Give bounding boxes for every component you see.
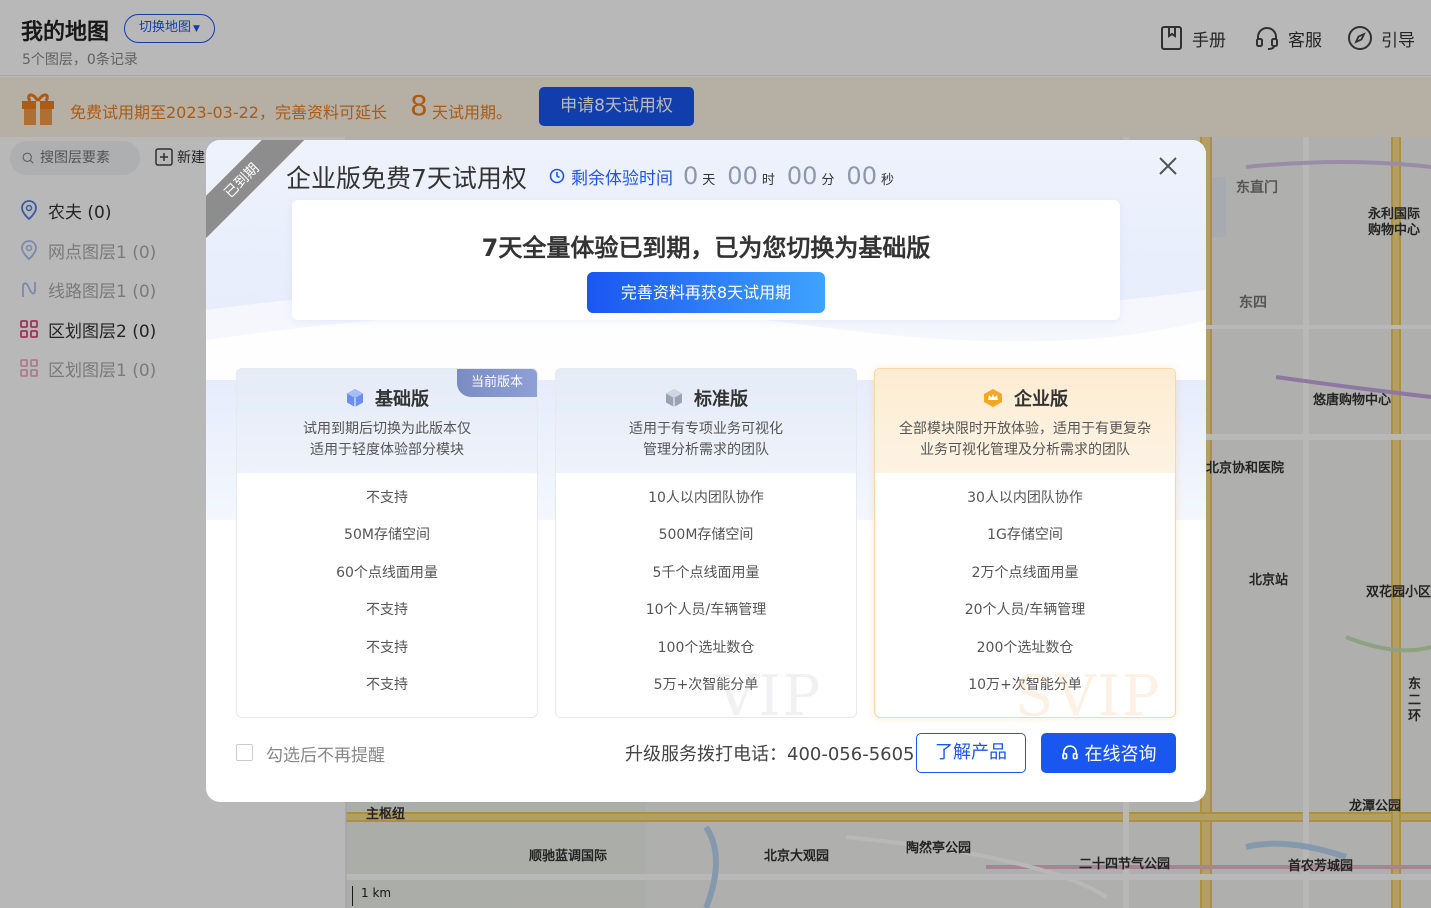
plan-desc-line: 适用于轻度体验部分模块 <box>310 442 464 458</box>
plan-feature: 200个选址数仓 <box>976 640 1074 656</box>
expired-notice: 7天全量体验已到期，已为您切换为基础版 完善资料再获8天试用期 <box>292 200 1120 320</box>
svip-watermark: SVIP <box>1015 664 1162 718</box>
plan-feature: 30人以内团队协作 <box>967 490 1083 506</box>
plan-desc: 全部模块限时开放体验，适用于有更复杂 业务可视化管理及分析需求的团队 <box>875 419 1175 461</box>
timer-hours: 00 <box>727 162 758 190</box>
upgrade-phone: 升级服务拨打电话：400-056-5605 <box>625 744 915 765</box>
plan-feature: 10个人员/车辆管理 <box>645 602 767 618</box>
plan-feature: 10人以内团队协作 <box>648 490 764 506</box>
plan-feature: 不支持 <box>366 640 408 656</box>
plan-feature: 1G存储空间 <box>987 527 1063 543</box>
plan-desc-line: 适用于有专项业务可视化 <box>629 421 783 437</box>
plan-feature: 500M存储空间 <box>658 527 754 543</box>
plan-feature: 不支持 <box>366 602 408 618</box>
plan-feature: 2万个点线面用量 <box>971 565 1079 581</box>
plan-name-label: 标准版 <box>694 389 748 410</box>
plan-desc-line: 全部模块限时开放体验，适用于有更复杂 <box>899 421 1151 437</box>
vip-watermark: VIP <box>716 664 823 718</box>
timer-second-unit: 秒 <box>880 173 894 188</box>
plan-feature: 20个人员/车辆管理 <box>964 602 1086 618</box>
plan-desc: 适用于有专项业务可视化 管理分析需求的团队 <box>556 419 856 461</box>
plan-name: 企业版 <box>875 385 1175 411</box>
timer-label: 剩余体验时间 <box>571 169 673 189</box>
plan-feature: 60个点线面用量 <box>336 565 438 581</box>
online-consult-label: 在线咨询 <box>1084 744 1157 765</box>
learn-product-button[interactable]: 了解产品 <box>916 733 1026 773</box>
crown-badge-icon <box>984 389 1002 407</box>
plan-desc: 试用到期后切换为此版本仅 适用于轻度体验部分模块 <box>237 419 537 461</box>
dont-remind-checkbox[interactable] <box>236 744 253 761</box>
plan-desc-line: 管理分析需求的团队 <box>643 442 769 458</box>
timer-days: 0 <box>683 162 699 190</box>
cube-icon <box>347 389 363 407</box>
trial-dialog: 已到期 企业版免费7天试用权 剩余体验时间 0天 00 时 00 分 00 秒 7天全… <box>206 140 1206 802</box>
plan-card-standard: 标准版 适用于有专项业务可视化 管理分析需求的团队 10人以内团队协作 500M存… <box>555 368 857 718</box>
plan-feature: 不支持 <box>366 677 408 693</box>
dont-remind-label: 勾选后不再提醒 <box>266 746 385 766</box>
timer-minute-unit: 分 <box>821 173 835 188</box>
timer-hour-unit: 时 <box>761 173 775 188</box>
timer-seconds: 00 <box>846 162 877 190</box>
plan-name-label: 企业版 <box>1014 389 1068 410</box>
plan-name-label: 基础版 <box>375 389 429 410</box>
close-icon[interactable] <box>1156 154 1180 178</box>
dialog-title: 企业版免费7天试用权 <box>286 164 527 193</box>
plan-name: 标准版 <box>556 385 856 411</box>
remaining-time: 剩余体验时间 0天 00 时 00 分 00 秒 <box>549 162 906 190</box>
plan-feature: 不支持 <box>366 490 408 506</box>
notice-title: 7天全量体验已到期，已为您切换为基础版 <box>481 234 931 262</box>
clock-icon <box>549 168 565 184</box>
plan-feature: 50M存储空间 <box>344 527 430 543</box>
headset-icon <box>1061 745 1078 760</box>
plan-card-basic: 当前版本 基础版 试用到期后切换为此版本仅 适用于轻度体验部分模块 不支持 50M… <box>236 368 538 718</box>
timer-day-unit: 天 <box>702 173 716 188</box>
plan-desc-line: 业务可视化管理及分析需求的团队 <box>920 442 1130 458</box>
plan-feature: 5千个点线面用量 <box>652 565 760 581</box>
plan-card-enterprise: 企业版 全部模块限时开放体验，适用于有更复杂 业务可视化管理及分析需求的团队 30… <box>874 368 1176 718</box>
plan-feature: 100个选址数仓 <box>657 640 755 656</box>
cube-icon <box>666 389 682 407</box>
plan-desc-line: 试用到期后切换为此版本仅 <box>303 421 471 437</box>
online-consult-button[interactable]: 在线咨询 <box>1041 733 1176 773</box>
timer-minutes: 00 <box>786 162 818 190</box>
complete-profile-button[interactable]: 完善资料再获8天试用期 <box>587 272 825 313</box>
plan-name: 基础版 <box>237 385 537 411</box>
